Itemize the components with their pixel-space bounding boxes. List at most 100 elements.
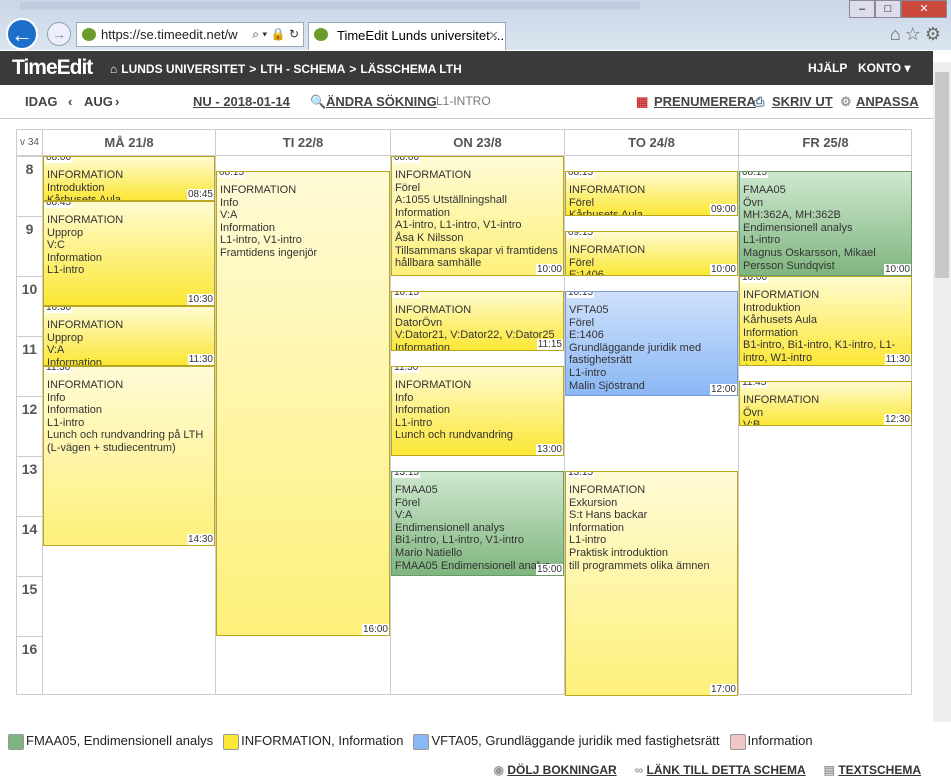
event-line: Information	[47, 251, 103, 264]
time-column: v 34 8 9 10 11 12 13 14 15 16	[17, 130, 42, 695]
subscribe-link[interactable]: PRENUMERERA	[654, 94, 756, 109]
day-header[interactable]: TO 24/8	[565, 130, 738, 156]
hour-label: 9	[17, 216, 42, 276]
event-line: S:t Hans backar	[569, 509, 648, 522]
booking-event[interactable]: 10:15 VFTA05 Förel E:1406 Grundläggande juri…	[565, 291, 738, 396]
end-time: 14:30	[186, 534, 214, 545]
event-line: INFORMATION	[395, 169, 472, 181]
legend-item: INFORMATION, Information	[223, 733, 403, 750]
booking-event[interactable]: 08:45 INFORMATION Upprop V:C Information L1-i…	[43, 201, 215, 306]
hour-label: 15	[17, 576, 42, 636]
event-line: L1-intro	[569, 366, 607, 379]
day-header[interactable]: FR 25/8	[739, 130, 912, 156]
start-time: 10:15	[567, 292, 595, 298]
end-time: 11:30	[884, 354, 911, 365]
booking-event[interactable]: 13:15 FMAA05 Förel V:A Endimensionell analys…	[391, 471, 564, 576]
print-link[interactable]: SKRIV UT	[772, 94, 833, 109]
legend-swatch	[729, 733, 746, 750]
address-bar[interactable]: https://se.timeedit.net/w ⌕ ▾ 🔒 ↻	[76, 22, 304, 47]
end-time: 11:15	[536, 339, 563, 350]
end-time: 10:00	[883, 264, 911, 275]
today-button[interactable]: IDAG	[25, 94, 58, 109]
help-link[interactable]: HJÄLP	[808, 61, 847, 75]
text-schedule-link[interactable]: ▤ TEXTSCHEMA	[824, 763, 921, 777]
gear-icon[interactable]: ⚙	[925, 24, 945, 44]
booking-event[interactable]: 08:15 FMAA05 Övn MH:362A, MH:362B Endimensio…	[739, 171, 912, 276]
timeedit-logo[interactable]: TimeEdit	[12, 56, 93, 80]
breadcrumb-item[interactable]: LÄSSCHEMA LTH	[360, 62, 461, 76]
close-tab-icon[interactable]: ✕	[488, 23, 499, 49]
breadcrumb-item[interactable]: LTH - SCHEMA	[260, 62, 345, 76]
booking-event[interactable]: 09:15 INFORMATION Förel E:1406 10:00	[565, 231, 738, 276]
event-line: FMAA05	[395, 484, 438, 496]
footer-links: ◉ DÖLJ BOKNINGAR ∞ LÄNK TILL DETTA SCHEM…	[494, 763, 922, 777]
gear-icon: ⚙	[840, 94, 852, 109]
event-line: INFORMATION	[220, 184, 297, 196]
close-window-button[interactable]: ✕	[901, 0, 947, 18]
day-header[interactable]: ON 23/8	[391, 130, 564, 156]
booking-event[interactable]: 13:15 INFORMATION Exkursion S:t Hans backar…	[565, 471, 738, 696]
booking-event[interactable]: 11:30 INFORMATION Info Information L1-intro L…	[43, 366, 215, 546]
event-line: Upprop	[47, 331, 84, 344]
customize-link[interactable]: ANPASSA	[856, 94, 919, 109]
event-line: Information	[395, 206, 451, 219]
favicon-icon	[82, 28, 96, 41]
link-schedule-link[interactable]: ∞ LÄNK TILL DETTA SCHEMA	[635, 763, 806, 777]
legend-item: FMAA05, Endimensionell analys	[8, 733, 213, 750]
next-month-button[interactable]: ›	[115, 94, 119, 109]
scrollbar-thumb[interactable]	[935, 72, 949, 278]
event-line: V:A	[395, 509, 413, 522]
event-line: Grundläggande juridik med fastighetsrätt	[569, 341, 702, 367]
event-line: Info	[220, 196, 239, 209]
event-line: L1-intro	[569, 534, 607, 547]
event-line: Information	[47, 404, 103, 417]
booking-event[interactable]: 08:15 INFORMATION Förel Kårhusets Aula 09:00	[565, 171, 738, 216]
booking-event[interactable]: 11:30 INFORMATION Info Information L1-intro L…	[391, 366, 564, 456]
event-line: V:C	[47, 239, 65, 252]
booking-event[interactable]: 10:00 INFORMATION Introduktion Kårhusets Au…	[739, 276, 912, 366]
event-line: VFTA05	[569, 304, 609, 316]
prev-month-button[interactable]: ‹	[68, 94, 72, 109]
day-column: FR 25/8 08:15 FMAA05 Övn MH:362A, MH:362B End…	[738, 130, 912, 695]
forward-button[interactable]: →	[47, 22, 71, 46]
booking-event[interactable]: 10:30 INFORMATION Upprop V:A Information 11:3…	[43, 306, 215, 366]
minimize-button[interactable]: –	[849, 0, 875, 18]
month-label[interactable]: AUG	[84, 94, 113, 109]
event-line: Praktisk introduktion	[569, 546, 669, 559]
event-line: Info	[47, 391, 66, 404]
event-line: Information	[395, 404, 451, 417]
booking-event[interactable]: 08:15 INFORMATION Info V:A Information L1-int…	[216, 171, 390, 636]
event-line: INFORMATION	[743, 289, 820, 301]
event-line: INFORMATION	[569, 184, 646, 196]
vertical-scrollbar[interactable]	[933, 62, 951, 722]
home-icon[interactable]: ⌂	[890, 24, 905, 44]
end-time: 13:00	[535, 444, 563, 455]
home-icon[interactable]: ⌂	[110, 62, 117, 76]
event-line: Information	[569, 521, 625, 534]
now-date-link[interactable]: NU - 2018-01-14	[193, 94, 290, 109]
start-time: 08:15	[218, 172, 246, 178]
favorites-star-icon[interactable]: ☆	[905, 24, 925, 44]
search-lock-refresh-icon[interactable]: ⌕ ▾ 🔒 ↻	[252, 23, 299, 46]
day-header[interactable]: MÅ 21/8	[43, 130, 215, 156]
hide-bookings-link[interactable]: ◉ DÖLJ BOKNINGAR	[494, 763, 617, 777]
account-menu[interactable]: KONTO ▾	[858, 61, 910, 75]
breadcrumb-item[interactable]: LUNDS UNIVERSITET	[121, 62, 245, 76]
booking-event[interactable]: 08:00 INFORMATION Förel A:1055 Utställnings…	[391, 156, 564, 276]
day-header[interactable]: TI 22/8	[216, 130, 390, 156]
maximize-button[interactable]: □	[875, 0, 901, 18]
change-search-link[interactable]: ÄNDRA SÖKNING	[326, 94, 437, 109]
breadcrumb-separator: >	[249, 62, 257, 76]
browser-tab[interactable]: TimeEdit Lunds universitet ... ✕	[308, 22, 506, 50]
browser-chrome: ← → https://se.timeedit.net/w ⌕ ▾ 🔒 ↻ Tim…	[0, 0, 951, 50]
eye-icon: ◉	[493, 763, 508, 777]
end-time: 10:00	[709, 264, 737, 275]
booking-event[interactable]: 10:15 INFORMATION DatorÖvn V:Dator21, V:Dat…	[391, 291, 564, 351]
booking-event[interactable]: 08:00 INFORMATION Introduktion Kårhusets Au…	[43, 156, 215, 201]
day-column: ON 23/8 08:00 INFORMATION Förel A:1055 Utstä…	[390, 130, 564, 695]
legend-item: Information	[729, 733, 813, 750]
start-time: 11:30	[45, 367, 72, 373]
end-time: 12:00	[709, 384, 737, 395]
back-button[interactable]: ←	[6, 18, 38, 50]
booking-event[interactable]: 11:45 INFORMATION Övn V:B 12:30	[739, 381, 912, 426]
